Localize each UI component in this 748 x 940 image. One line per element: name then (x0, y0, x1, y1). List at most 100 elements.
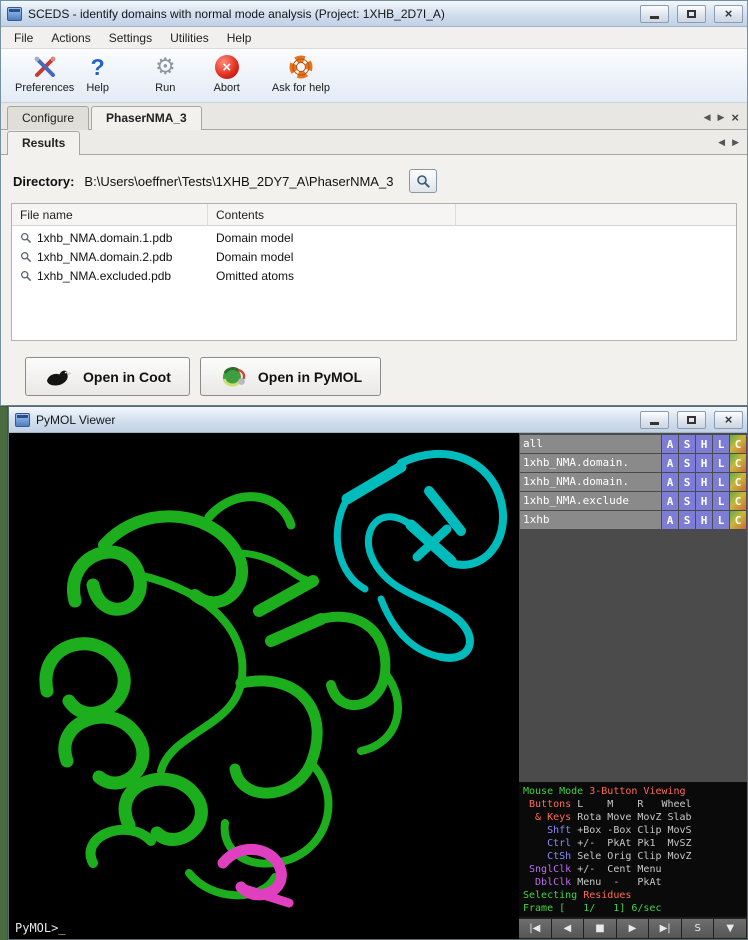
color-menu-button[interactable]: C (730, 473, 746, 491)
rewind-button[interactable]: |◀ (519, 918, 552, 939)
table-row[interactable]: 1xhb_NMA.excluded.pdb Omitted atoms (12, 266, 736, 285)
magnifier-icon (20, 270, 32, 282)
toolbar: Preferences ? Help ⚙ Run × Abort (1, 49, 747, 103)
results-panel: Directory: B:\Users\oeffner\Tests\1XHB_2… (1, 155, 747, 396)
menubar: File Actions Settings Utilities Help (1, 27, 747, 49)
help-button[interactable]: ? Help (80, 52, 115, 95)
show-menu-button[interactable]: S (679, 473, 695, 491)
minimize-icon (650, 16, 659, 19)
menu-help[interactable]: Help (218, 28, 261, 48)
object-name[interactable]: 1xhb_NMA.domain. (520, 454, 661, 472)
label-menu-button[interactable]: L (713, 492, 729, 510)
molecule-viewport[interactable]: PyMOL>_ (9, 433, 519, 939)
hide-menu-button[interactable]: H (696, 454, 712, 472)
action-menu-button[interactable]: A (662, 435, 678, 453)
desktop: SCEDS - identify domains with normal mod… (0, 0, 748, 940)
play-button[interactable]: ▶ (617, 918, 650, 939)
green-chain (46, 497, 398, 896)
stop-button[interactable]: ■ (584, 918, 617, 939)
action-menu-button[interactable]: A (662, 511, 678, 529)
table-header: File name Contents (12, 204, 736, 226)
hide-menu-button[interactable]: H (696, 492, 712, 510)
object-name[interactable]: all (520, 435, 661, 453)
object-name[interactable]: 1xhb (520, 511, 661, 529)
tab-phasernma[interactable]: PhaserNMA_3 (91, 106, 202, 130)
pymol-window-icon (15, 413, 30, 427)
preferences-button[interactable]: Preferences (9, 52, 80, 95)
action-menu-button[interactable]: A (662, 454, 678, 472)
tab-scroll-left-icon[interactable]: ◀ (704, 113, 711, 123)
maximize-button[interactable] (677, 5, 706, 23)
open-in-coot-button[interactable]: Open in Coot (25, 357, 190, 396)
pymol-window-title: PyMOL Viewer (36, 413, 634, 427)
file-name: 1xhb_NMA.domain.1.pdb (37, 231, 172, 245)
object-row: 1xhb A S H L C (520, 511, 746, 529)
tab-scroll-right-icon[interactable]: ▶ (717, 113, 724, 123)
sceds-titlebar[interactable]: SCEDS - identify domains with normal mod… (1, 1, 747, 27)
table-row[interactable]: 1xhb_NMA.domain.1.pdb Domain model (12, 228, 736, 247)
lifering-icon (288, 53, 314, 81)
object-row: 1xhb_NMA.domain. A S H L C (520, 454, 746, 472)
pymol-command-prompt[interactable]: PyMOL>_ (15, 921, 66, 935)
pymol-titlebar[interactable]: PyMOL Viewer × (9, 407, 747, 433)
hide-menu-button[interactable]: H (696, 473, 712, 491)
hide-menu-button[interactable]: H (696, 511, 712, 529)
show-menu-button[interactable]: S (679, 511, 695, 529)
label-menu-button[interactable]: L (713, 454, 729, 472)
panel-toggle-button[interactable]: ▼ (714, 918, 747, 939)
maximize-icon (687, 10, 696, 18)
color-menu-button[interactable]: C (730, 435, 746, 453)
coot-bird-icon (44, 365, 74, 389)
pymol-close-button[interactable]: × (714, 411, 743, 429)
label-menu-button[interactable]: L (713, 473, 729, 491)
step-forward-button[interactable]: ▶| (649, 918, 682, 939)
abort-button[interactable]: × Abort (208, 52, 246, 95)
results-scroll-left-icon[interactable]: ◀ (718, 138, 725, 148)
minimize-button[interactable] (640, 5, 669, 23)
tab-configure[interactable]: Configure (7, 106, 89, 130)
action-menu-button[interactable]: A (662, 492, 678, 510)
results-scroll-right-icon[interactable]: ▶ (732, 138, 739, 148)
step-back-button[interactable]: ◀ (552, 918, 585, 939)
sceds-window: SCEDS - identify domains with normal mod… (0, 0, 748, 406)
action-menu-button[interactable]: A (662, 473, 678, 491)
mouse-mode-matrix: Mouse Mode 3-Button Viewing Buttons L M … (519, 782, 747, 917)
file-table: File name Contents 1xhb_NMA.domain.1.pdb… (11, 203, 737, 341)
tools-icon (32, 53, 58, 81)
open-in-pymol-button[interactable]: Open in PyMOL (200, 357, 381, 396)
color-menu-button[interactable]: C (730, 511, 746, 529)
menu-utilities[interactable]: Utilities (161, 28, 218, 48)
menu-settings[interactable]: Settings (100, 28, 161, 48)
scene-button[interactable]: S (682, 918, 715, 939)
main-tab-bar: Configure PhaserNMA_3 ◀ ▶ × (1, 103, 747, 130)
directory-path: B:\Users\oeffner\Tests\1XHB_2DY7_A\Phase… (84, 174, 393, 189)
hide-menu-button[interactable]: H (696, 435, 712, 453)
show-menu-button[interactable]: S (679, 492, 695, 510)
show-menu-button[interactable]: S (679, 454, 695, 472)
object-row: 1xhb_NMA.domain. A S H L C (520, 473, 746, 491)
table-row[interactable]: 1xhb_NMA.domain.2.pdb Domain model (12, 247, 736, 266)
browse-directory-button[interactable] (409, 169, 437, 193)
label-menu-button[interactable]: L (713, 435, 729, 453)
object-name[interactable]: 1xhb_NMA.domain. (520, 473, 661, 491)
tab-close-icon[interactable]: × (731, 113, 739, 123)
pymol-minimize-button[interactable] (640, 411, 669, 429)
object-name[interactable]: 1xhb_NMA.exclude (520, 492, 661, 510)
file-name: 1xhb_NMA.excluded.pdb (37, 269, 171, 283)
maximize-icon (687, 416, 696, 424)
run-button[interactable]: ⚙ Run (149, 52, 182, 95)
close-button[interactable]: × (714, 5, 743, 23)
color-menu-button[interactable]: C (730, 492, 746, 510)
magnifier-icon (20, 232, 32, 244)
tab-results[interactable]: Results (7, 131, 80, 155)
ask-for-help-button[interactable]: Ask for help (266, 52, 336, 95)
column-file-name: File name (12, 204, 208, 225)
column-contents: Contents (208, 204, 456, 225)
label-menu-button[interactable]: L (713, 511, 729, 529)
show-menu-button[interactable]: S (679, 435, 695, 453)
menu-actions[interactable]: Actions (42, 28, 99, 48)
menu-file[interactable]: File (5, 28, 42, 48)
color-menu-button[interactable]: C (730, 454, 746, 472)
pymol-maximize-button[interactable] (677, 411, 706, 429)
abort-icon: × (215, 55, 239, 79)
